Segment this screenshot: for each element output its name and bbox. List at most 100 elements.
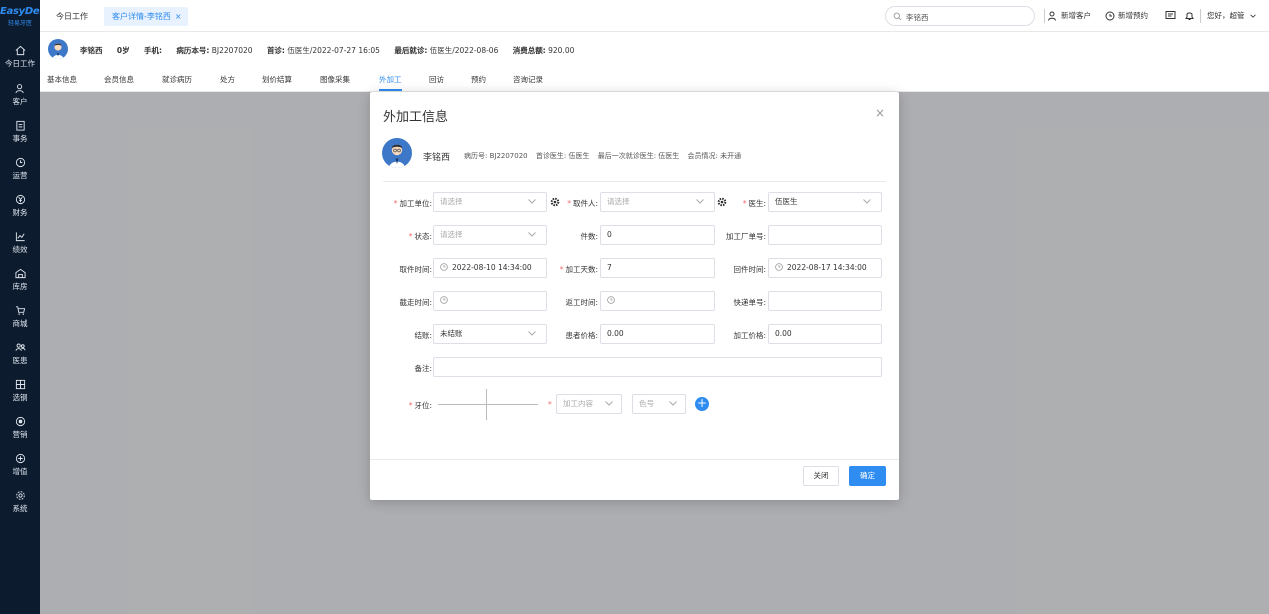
factory-no-label: 加工厂单号:: [725, 232, 766, 241]
sidebar-item-label: 选钢: [12, 393, 28, 402]
add-item-button[interactable]: +: [695, 397, 709, 411]
meta-membership: 会员情况: 未开通: [687, 152, 742, 160]
color-placeholder: 色号: [639, 399, 654, 408]
patient-price-input[interactable]: 0.00: [600, 324, 715, 344]
chevron-down-icon: [605, 401, 613, 406]
tab-basic-info[interactable]: 基本信息: [47, 74, 77, 85]
people-icon: [14, 343, 26, 351]
doctor-select[interactable]: 伍医生: [768, 192, 882, 212]
settle-value: 未结账: [440, 329, 463, 338]
tab-today[interactable]: 今日工作: [48, 7, 96, 26]
color-select[interactable]: 色号: [632, 394, 686, 414]
tab-label: 今日工作: [56, 12, 88, 21]
record-no-value: BJ2207020: [211, 46, 253, 55]
sidebar-item-select[interactable]: 选钢: [0, 379, 40, 403]
chevron-down-icon: [1249, 14, 1256, 18]
tab-customer-detail[interactable]: 客户详情-李铭西 ×: [104, 7, 188, 26]
sidebar-item-performance[interactable]: 绩效: [0, 231, 40, 255]
remark-input[interactable]: [433, 357, 882, 377]
tab-billing[interactable]: 划价结算: [262, 74, 292, 85]
clock-icon: [775, 263, 783, 271]
sidebar-item-marketing[interactable]: 营销: [0, 416, 40, 440]
unit-select[interactable]: 请选择: [433, 192, 547, 212]
close-icon[interactable]: ×: [875, 106, 885, 120]
sidebar-item-operation[interactable]: 运营: [0, 157, 40, 181]
count-value: 0: [607, 230, 612, 239]
tab-label: 客户详情-李铭西: [112, 12, 171, 21]
clock-icon: [440, 263, 448, 271]
return-time-picker[interactable]: 2022-08-17 14:34:00: [768, 258, 882, 278]
process-price-value: 0.00: [775, 329, 792, 338]
dialog-divider: [383, 181, 886, 182]
tab-imaging[interactable]: 图像采集: [320, 74, 350, 85]
sidebar-item-affairs[interactable]: 事务: [0, 120, 40, 144]
sidebar-item-finance[interactable]: 财务: [0, 194, 40, 218]
user-add-icon: [1048, 11, 1056, 21]
gear-icon[interactable]: [717, 197, 727, 207]
status-label: * 状态:: [408, 232, 432, 241]
patient-price-label: 患者价格:: [565, 331, 598, 340]
return-time-label: 回件时间:: [733, 265, 766, 274]
tab-member-info[interactable]: 会员信息: [104, 74, 134, 85]
sidebar-item-warehouse[interactable]: 库房: [0, 268, 40, 292]
tab-medical-records[interactable]: 就诊病历: [162, 74, 192, 85]
status-select[interactable]: 请选择: [433, 225, 547, 245]
count-input[interactable]: 0: [600, 225, 715, 245]
sidebar-item-label: 医患: [12, 356, 28, 365]
content-select[interactable]: 加工内容: [556, 394, 622, 414]
rework-time-picker[interactable]: [600, 291, 715, 311]
sidebar-item-today[interactable]: 今日工作: [0, 45, 40, 69]
new-customer-button[interactable]: 新增客户: [1048, 10, 1091, 21]
new-appointment-label: 新增预约: [1118, 11, 1148, 20]
rework-time-label: 返工时间:: [565, 298, 598, 307]
sidebar-item-doctor-patient[interactable]: 医患: [0, 342, 40, 366]
sidebar-item-value-added[interactable]: 增值: [0, 453, 40, 477]
search-value: 李铭西: [906, 13, 929, 22]
clipboard-icon: [15, 120, 25, 131]
chevron-down-icon: [528, 232, 536, 237]
return-time-value: 2022-08-17 14:34:00: [787, 263, 867, 272]
message-icon[interactable]: [1165, 10, 1176, 21]
confirm-button[interactable]: 确定: [849, 466, 886, 486]
brand-subtitle: 轻易牙医: [7, 20, 32, 27]
brand-logo: EasyDent 轻易牙医: [0, 6, 40, 27]
tab-close-icon[interactable]: ×: [175, 12, 182, 21]
bell-icon[interactable]: [1184, 10, 1195, 21]
pickup-person-placeholder: 请选择: [607, 197, 630, 206]
sidebar-item-customer[interactable]: 客户: [0, 83, 40, 107]
process-price-input[interactable]: 0.00: [768, 324, 882, 344]
tab-follow-up[interactable]: 回访: [429, 74, 444, 85]
tab-consult-records[interactable]: 咨询记录: [513, 74, 543, 85]
tab-external-processing[interactable]: 外加工: [379, 74, 402, 91]
tab-appointment[interactable]: 预约: [471, 74, 486, 85]
chevron-down-icon: [669, 401, 677, 406]
send-time-picker[interactable]: [433, 291, 547, 311]
sidebar-item-mall[interactable]: 商城: [0, 305, 40, 329]
express-no-input[interactable]: [768, 291, 882, 311]
clock-icon: [15, 157, 25, 168]
user-menu[interactable]: 您好，超管: [1207, 10, 1260, 21]
days-input[interactable]: 7: [600, 258, 715, 278]
new-appointment-button[interactable]: 新增预约: [1105, 10, 1148, 21]
pickup-person-select[interactable]: 请选择: [600, 192, 715, 212]
brand-name: EasyDent: [0, 6, 40, 17]
avatar-icon: [52, 43, 64, 59]
sidebar-item-system[interactable]: 系统: [0, 490, 40, 514]
factory-no-input[interactable]: [768, 225, 882, 245]
tab-prescription[interactable]: 处方: [220, 74, 235, 85]
tooth-chart-horizontal[interactable]: [438, 404, 538, 405]
settle-select[interactable]: 未结账: [433, 324, 547, 344]
gear-icon[interactable]: [550, 197, 560, 207]
search-input[interactable]: 李铭西: [885, 6, 1035, 26]
chevron-down-icon: [528, 199, 536, 204]
grid-icon: [15, 379, 25, 390]
close-button[interactable]: 关闭: [803, 466, 839, 486]
clock-icon: [440, 296, 448, 304]
first-visit-value: 伍医生/2022-07-27 16:05: [287, 46, 380, 55]
first-visit-label: 首诊:: [266, 46, 285, 55]
tooth-chart-vertical[interactable]: [486, 389, 487, 420]
sidebar-item-label: 财务: [12, 208, 28, 217]
patient-age: 0岁: [116, 46, 130, 55]
patient-avatar: [48, 39, 68, 59]
pickup-time-picker[interactable]: 2022-08-10 14:34:00: [433, 258, 547, 278]
